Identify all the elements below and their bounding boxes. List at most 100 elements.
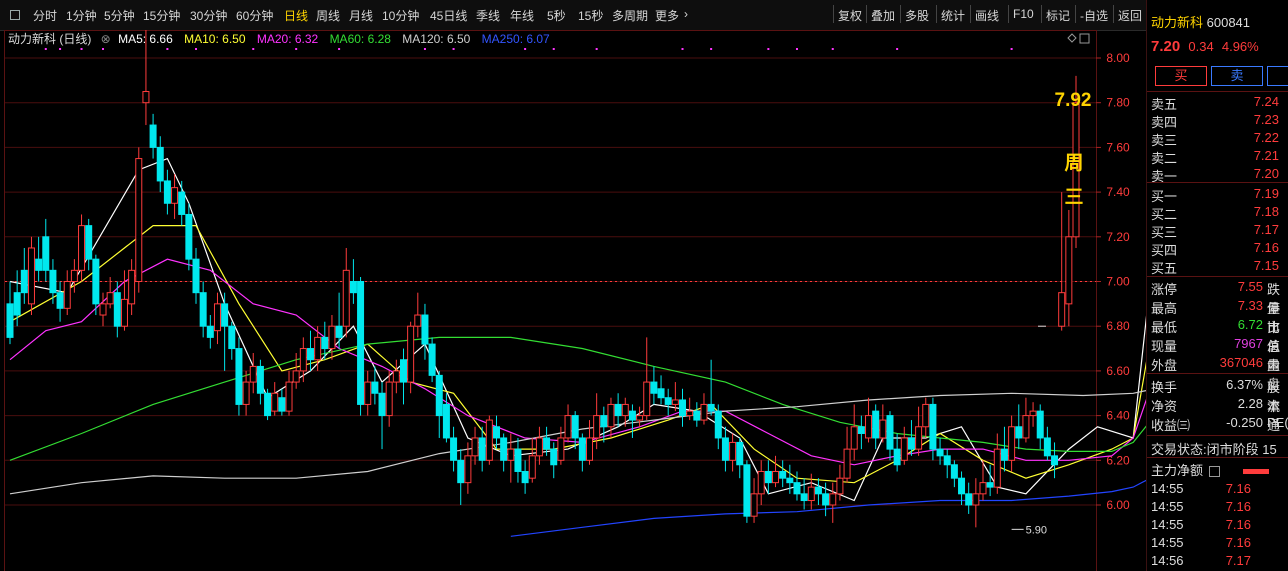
candle-down[interactable] (278, 397, 286, 412)
candle-down[interactable] (893, 448, 901, 466)
candle-up[interactable] (829, 493, 837, 506)
candle-up[interactable] (385, 381, 393, 417)
toolbar-action-6[interactable]: 标记 (1046, 7, 1070, 24)
candle-down[interactable] (349, 281, 357, 294)
candle-up[interactable] (242, 381, 250, 405)
candle-down[interactable] (321, 336, 329, 350)
candle-down[interactable] (371, 381, 379, 394)
candle-up[interactable] (643, 381, 651, 417)
candle-down[interactable] (85, 225, 93, 260)
candle-up[interactable] (564, 415, 572, 439)
toolbar-action-2[interactable]: 多股 (905, 7, 929, 24)
candle-up[interactable] (471, 437, 479, 457)
grid-icon[interactable] (10, 10, 20, 20)
candle-down[interactable] (357, 281, 365, 405)
extra-button[interactable] (1267, 66, 1288, 86)
candle-down[interactable] (872, 410, 880, 439)
candle-down[interactable] (986, 482, 994, 488)
period-tab-5[interactable]: 60分钟 (236, 7, 273, 24)
toolbar-action-8[interactable]: 返回 (1118, 7, 1142, 24)
candle-down[interactable] (256, 365, 264, 394)
candle-down[interactable] (965, 493, 973, 506)
candle-up[interactable] (843, 448, 851, 479)
candle-up[interactable] (407, 325, 415, 383)
candle-up[interactable] (607, 403, 615, 428)
candle-up[interactable] (414, 314, 422, 327)
candle-down[interactable] (500, 437, 508, 461)
candle-up[interactable] (865, 415, 873, 439)
candle-down[interactable] (721, 437, 729, 461)
candle-up[interactable] (1022, 415, 1030, 439)
candle-down[interactable] (664, 397, 672, 405)
candle-down[interactable] (943, 455, 951, 466)
candle-down[interactable] (571, 415, 579, 439)
candle-down[interactable] (707, 403, 715, 412)
period-tab-12[interactable]: 年线 (510, 7, 534, 24)
candle-up[interactable] (464, 455, 472, 484)
candle-up[interactable] (271, 392, 279, 412)
candle-up[interactable] (586, 437, 594, 461)
period-tab-0[interactable]: 分时 (33, 7, 57, 24)
candle-up[interactable] (535, 437, 543, 457)
candle-up[interactable] (750, 493, 758, 517)
period-tab-6[interactable]: 日线 (284, 7, 308, 24)
candle-down[interactable] (628, 410, 636, 421)
candle-down[interactable] (679, 399, 687, 417)
candle-down[interactable] (614, 403, 622, 417)
candle-down[interactable] (478, 437, 486, 461)
candle-down[interactable] (20, 269, 28, 294)
candle-up[interactable] (485, 419, 493, 461)
candle-down[interactable] (163, 180, 171, 204)
candle-down[interactable] (6, 303, 14, 338)
period-tab-1[interactable]: 1分钟 (66, 7, 97, 24)
candle-down[interactable] (149, 124, 157, 148)
candle-up[interactable] (99, 303, 107, 316)
candle-up[interactable] (1008, 426, 1016, 461)
candle-down[interactable] (199, 292, 207, 327)
candle-down[interactable] (192, 258, 200, 294)
candle-up[interactable] (900, 437, 908, 461)
candle-up[interactable] (1029, 410, 1037, 417)
candle-up[interactable] (342, 269, 350, 327)
candle-down[interactable] (49, 269, 57, 294)
candle-up[interactable] (686, 410, 694, 417)
net-flow-icon[interactable] (1208, 466, 1220, 478)
candle-up[interactable] (299, 348, 307, 372)
candle-up[interactable] (292, 370, 300, 383)
candle-down[interactable] (206, 325, 214, 338)
candle-up[interactable] (593, 415, 601, 439)
candle-up[interactable] (120, 298, 128, 327)
candle-up[interactable] (879, 419, 887, 439)
candle-down[interactable] (13, 292, 21, 316)
candle-down[interactable] (156, 146, 164, 182)
candle-down[interactable] (657, 388, 665, 399)
toolbar-action-3[interactable]: 统计 (941, 7, 965, 24)
candle-down[interactable] (399, 359, 407, 383)
period-tab-3[interactable]: 15分钟 (143, 7, 180, 24)
candle-down[interactable] (492, 426, 500, 439)
candle-down[interactable] (800, 493, 808, 502)
candle-down[interactable] (886, 415, 894, 450)
toolbar-action-5[interactable]: F10 (1013, 7, 1034, 21)
candle-down[interactable] (929, 403, 937, 450)
candle-up[interactable] (807, 486, 815, 502)
candle-down[interactable] (1000, 448, 1008, 461)
candle-down[interactable] (786, 477, 794, 484)
candle-down[interactable] (235, 348, 243, 405)
toolbar-action-7[interactable]: -自选 (1080, 7, 1108, 24)
candle-down[interactable] (650, 381, 658, 394)
candle-down[interactable] (56, 292, 64, 309)
candle-up[interactable] (972, 493, 980, 506)
candle-up[interactable] (922, 403, 930, 428)
diamond-icon[interactable] (1067, 33, 1077, 43)
candle-up[interactable] (636, 415, 644, 421)
candle-down[interactable] (543, 437, 551, 450)
candle-down[interactable] (185, 213, 193, 260)
candle-down[interactable] (600, 415, 608, 428)
candle-up[interactable] (1058, 292, 1066, 327)
candle-down[interactable] (435, 374, 443, 417)
candle-up[interactable] (671, 399, 679, 405)
candle-down[interactable] (264, 392, 272, 417)
period-tab-9[interactable]: 10分钟 (382, 7, 419, 24)
candle-down[interactable] (550, 448, 558, 466)
